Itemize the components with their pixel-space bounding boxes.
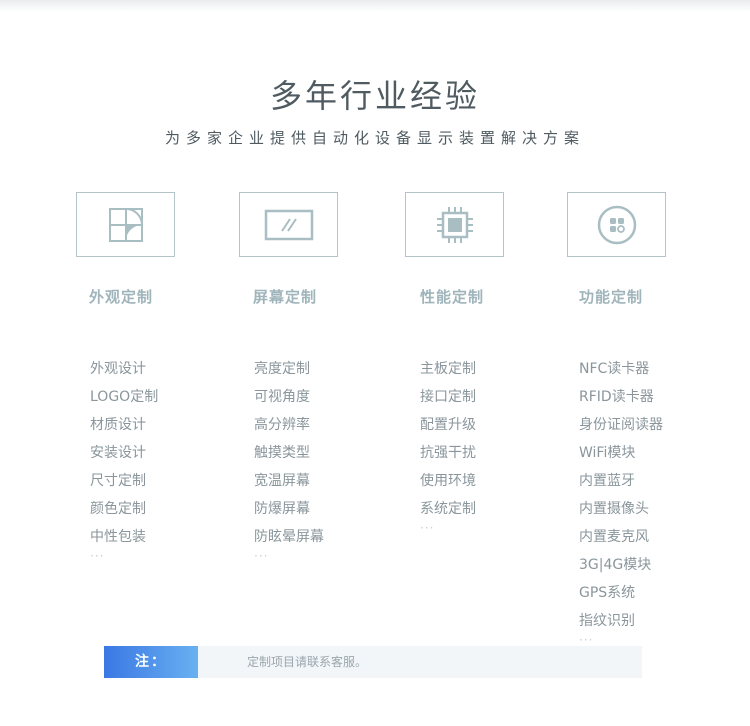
list-item: 宽温屏幕 xyxy=(254,473,310,489)
page-title: 多年行业经验 xyxy=(269,77,480,115)
column-title: 屏幕定制 xyxy=(253,288,318,306)
column-appearance: 外观定制 外观设计 LOGO定制 材质设计 安装设计 尺寸定制 颜色定制 中性包… xyxy=(76,192,216,563)
list-item: 接口定制 xyxy=(420,389,476,405)
column-title: 功能定制 xyxy=(579,288,644,306)
list-item: 抗强干扰 xyxy=(420,445,476,461)
more-ellipsis: ··· xyxy=(90,549,105,563)
top-shade xyxy=(0,0,750,12)
list-item: 指纹识别 xyxy=(579,613,635,629)
list-item: 尺寸定制 xyxy=(90,473,146,489)
list-item: 亮度定制 xyxy=(254,361,310,377)
list-item: 材质设计 xyxy=(90,417,146,433)
list-item: 3G|4G模块 xyxy=(579,557,652,573)
column-function: 功能定制 NFC读卡器 RFID读卡器 身份证阅读器 WiFi模块 内置蓝牙 内… xyxy=(567,192,707,647)
screen-icon xyxy=(264,209,313,240)
list-item: 颜色定制 xyxy=(90,501,146,517)
icon-box-screen xyxy=(239,192,338,257)
layout-grid-icon xyxy=(108,207,143,242)
list-item: 防爆屏幕 xyxy=(254,501,310,517)
column-title: 性能定制 xyxy=(420,288,485,306)
module-icon xyxy=(597,205,636,244)
list-item: WiFi模块 xyxy=(579,445,636,461)
list-item: 内置麦克风 xyxy=(579,529,649,545)
feature-list: 主板定制 接口定制 配置升级 抗强干扰 使用环境 系统定制 ··· xyxy=(420,355,545,535)
icon-box-appearance xyxy=(76,192,175,257)
feature-list: 外观设计 LOGO定制 材质设计 安装设计 尺寸定制 颜色定制 中性包装 ··· xyxy=(90,355,216,563)
note-text: 定制项目请联系客服。 xyxy=(247,655,368,669)
column-performance: 性能定制 主板定制 接口定制 配置升级 抗强干扰 使用环境 系统定制 ··· xyxy=(405,192,545,535)
list-item: 触摸类型 xyxy=(254,445,310,461)
list-item: 防眩晕屏幕 xyxy=(254,529,324,545)
note-label: 注： xyxy=(104,646,198,678)
icon-box-performance xyxy=(405,192,504,257)
list-item: 高分辨率 xyxy=(254,417,310,433)
list-item: 可视角度 xyxy=(254,389,310,405)
list-item: 中性包装 xyxy=(90,529,146,545)
list-item: LOGO定制 xyxy=(90,389,159,405)
list-item: RFID读卡器 xyxy=(579,389,654,405)
feature-list: NFC读卡器 RFID读卡器 身份证阅读器 WiFi模块 内置蓝牙 内置摄像头 … xyxy=(579,355,707,647)
list-item: 外观设计 xyxy=(90,361,146,377)
icon-box-function xyxy=(567,192,666,257)
list-item: 使用环境 xyxy=(420,473,476,489)
list-item: 安装设计 xyxy=(90,445,146,461)
list-item: NFC读卡器 xyxy=(579,361,650,377)
list-item: 内置摄像头 xyxy=(579,501,649,517)
chip-icon xyxy=(436,206,473,243)
list-item: GPS系统 xyxy=(579,585,636,601)
note-bar: 注： 定制项目请联系客服。 xyxy=(104,646,642,678)
list-item: 身份证阅读器 xyxy=(579,417,663,433)
page-subtitle: 为多家企业提供自动化设备显示装置解决方案 xyxy=(164,129,585,147)
column-screen: 屏幕定制 亮度定制 可视角度 高分辨率 触摸类型 宽温屏幕 防爆屏幕 防眩晕屏幕… xyxy=(239,192,379,563)
list-item: 系统定制 xyxy=(420,501,476,517)
more-ellipsis: ··· xyxy=(254,549,269,563)
column-title: 外观定制 xyxy=(89,288,154,306)
list-item: 内置蓝牙 xyxy=(579,473,635,489)
list-item: 主板定制 xyxy=(420,361,476,377)
more-ellipsis: ··· xyxy=(420,521,435,535)
feature-list: 亮度定制 可视角度 高分辨率 触摸类型 宽温屏幕 防爆屏幕 防眩晕屏幕 ··· xyxy=(254,355,379,563)
list-item: 配置升级 xyxy=(420,417,476,433)
